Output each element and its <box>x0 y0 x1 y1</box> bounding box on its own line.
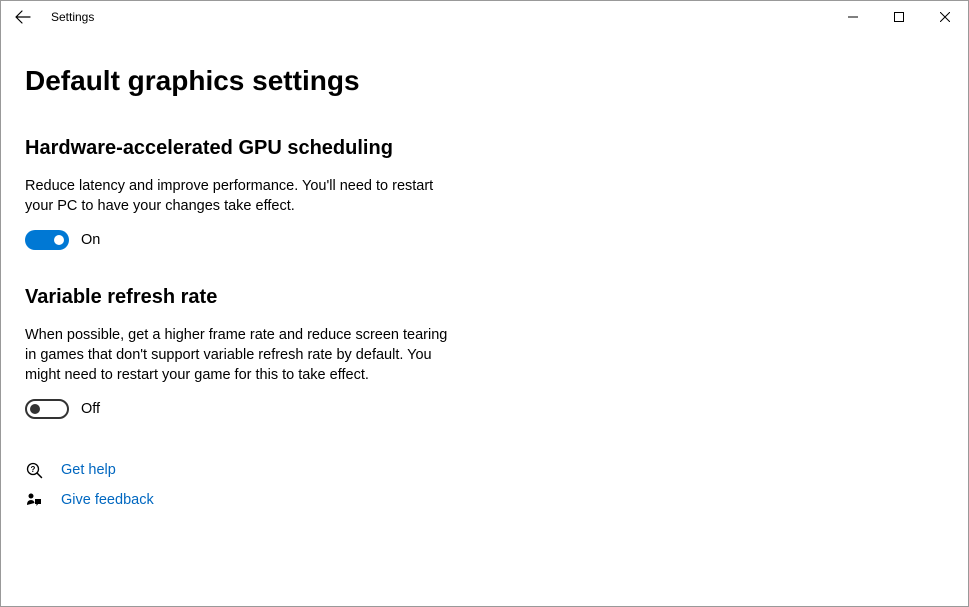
gpu-scheduling-description: Reduce latency and improve performance. … <box>25 176 455 216</box>
gpu-scheduling-toggle-row: On <box>25 230 537 250</box>
content-area: Default graphics settings Hardware-accel… <box>1 33 561 515</box>
close-button[interactable] <box>922 1 968 33</box>
toggle-knob <box>54 235 64 245</box>
close-icon <box>940 12 950 22</box>
give-feedback-row[interactable]: Give feedback <box>25 485 537 515</box>
vrr-heading: Variable refresh rate <box>25 286 537 309</box>
help-icon: ? <box>25 462 43 479</box>
footer-links: ? Get help Give feedback <box>25 455 537 515</box>
vrr-description: When possible, get a higher frame rate a… <box>25 325 455 385</box>
get-help-row[interactable]: ? Get help <box>25 455 537 485</box>
arrow-left-icon <box>15 9 31 25</box>
maximize-icon <box>894 12 904 22</box>
svg-text:?: ? <box>30 465 35 474</box>
get-help-link[interactable]: Get help <box>61 462 116 478</box>
window-controls <box>830 1 968 33</box>
gpu-scheduling-toggle[interactable] <box>25 230 69 250</box>
gpu-scheduling-heading: Hardware-accelerated GPU scheduling <box>25 137 537 160</box>
feedback-icon <box>25 492 43 508</box>
page-title: Default graphics settings <box>25 65 537 97</box>
maximize-button[interactable] <box>876 1 922 33</box>
window-title: Settings <box>51 10 94 24</box>
vrr-toggle-row: Off <box>25 399 537 419</box>
titlebar: Settings <box>1 1 968 33</box>
minimize-button[interactable] <box>830 1 876 33</box>
toggle-knob <box>30 404 40 414</box>
gpu-scheduling-toggle-label: On <box>81 232 100 248</box>
minimize-icon <box>848 12 858 22</box>
vrr-toggle-label: Off <box>81 401 100 417</box>
give-feedback-link[interactable]: Give feedback <box>61 492 154 508</box>
back-button[interactable] <box>1 1 45 33</box>
vrr-toggle[interactable] <box>25 399 69 419</box>
